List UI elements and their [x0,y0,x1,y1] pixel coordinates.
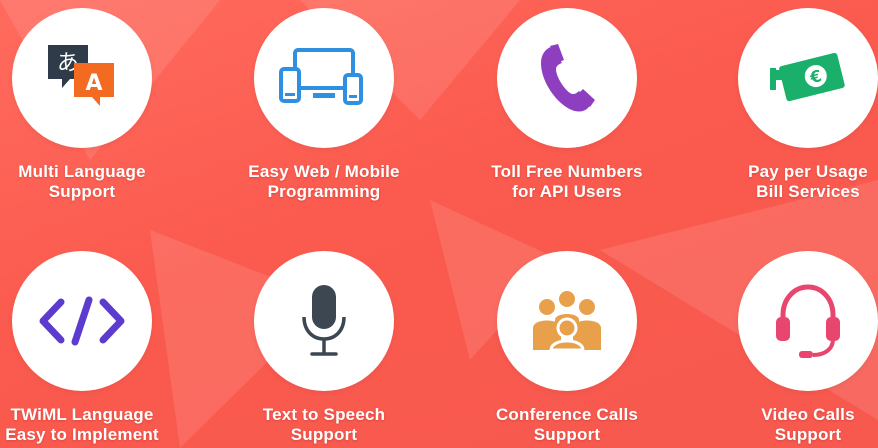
code-icon [39,296,125,346]
feature-label-line1: Pay per Usage [748,162,868,181]
feature-toll-free: Toll Free Numbers for API Users [447,8,687,202]
feature-label: TWiML Language Easy to Implement [0,405,202,445]
feature-label-line2: Support [774,425,842,444]
feature-icon-circle [254,8,394,148]
feature-icon-circle [497,8,637,148]
headset-icon [776,284,840,358]
feature-label-line1: Video Calls [761,405,855,424]
microphone-icon [302,285,346,356]
feature-label: Pay per Usage Bill Services [688,162,878,202]
feature-label-line2: Support [48,182,116,201]
feature-label: Video Calls Support [688,405,878,445]
feature-label-line2: for API Users [512,182,622,201]
feature-label-line2: Bill Services [756,182,860,201]
feature-label-line1: TWiML Language [10,405,154,424]
feature-multi-language: あ A Multi Language Support [0,8,202,202]
feature-label-line2: Support [533,425,601,444]
money-icon: € [770,52,845,102]
feature-icon-circle: あ A [12,8,152,148]
feature-twiml: TWiML Language Easy to Implement [0,251,202,445]
feature-icon-circle [497,251,637,391]
feature-label-line2: Support [290,425,358,444]
feature-label-line1: Conference Calls [495,405,639,424]
feature-label-line2: Easy to Implement [5,425,159,444]
translate-icon: あ A [48,45,114,106]
feature-icon-circle [254,251,394,391]
feature-conference-calls: Conference Calls Support [447,251,687,445]
devices-icon [279,48,363,105]
feature-label: Conference Calls Support [447,405,687,445]
feature-video-calls: Video Calls Support [688,251,878,445]
feature-label: Easy Web / Mobile Programming [204,162,444,202]
feature-label: Toll Free Numbers for API Users [447,162,687,202]
feature-label: Text to Speech Support [204,405,444,445]
feature-label-line1: Toll Free Numbers [491,162,643,181]
translate-glyph-b: A [85,71,102,96]
feature-text-to-speech: Text to Speech Support [204,251,444,445]
feature-icon-circle [12,251,152,391]
feature-pay-per-usage: € Pay per Usage Bill Services [688,8,878,202]
feature-icon-circle: € [738,8,878,148]
group-icon [533,291,601,352]
phone-icon [541,44,595,112]
feature-label-line1: Text to Speech [262,405,386,424]
feature-label: Multi Language Support [0,162,202,202]
feature-label-line1: Easy Web / Mobile [248,162,400,181]
feature-web-mobile: Easy Web / Mobile Programming [204,8,444,202]
feature-icon-circle [738,251,878,391]
feature-label-line2: Programming [267,182,381,201]
feature-label-line1: Multi Language [18,162,146,181]
